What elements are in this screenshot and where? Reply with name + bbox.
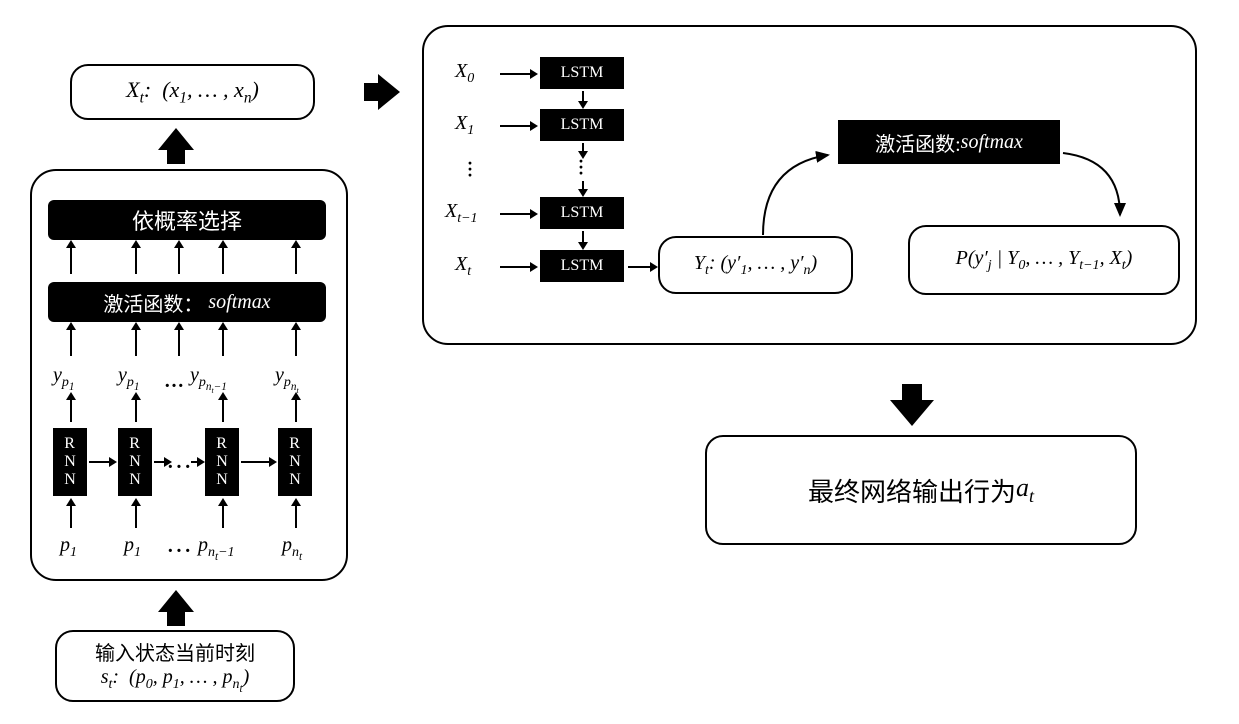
- arrow-lstm-34: [582, 231, 584, 242]
- p-label-2: p1: [124, 534, 141, 561]
- softmax-box-right: 激活函数:softmax: [838, 120, 1060, 164]
- arrow-rnn3-y: [222, 400, 224, 422]
- y-label-3: ypnt−1: [190, 364, 227, 395]
- arrow-xt1-lstm: [500, 213, 530, 215]
- arrow-yd1-sm: [178, 330, 180, 356]
- arrow-x0-lstm: [500, 73, 530, 75]
- arrow-sm-sel-3: [178, 248, 180, 274]
- y-dots: …: [164, 370, 186, 393]
- xt-box: Xt: (x1, … , xn): [70, 64, 315, 120]
- y-label-4: ypnt: [275, 364, 299, 395]
- softmax-box-left: 激活函数： softmax: [48, 282, 326, 322]
- diagram-root: 输入状态当前时刻 st: (p0, p1, … , pnt) p1 p1 ···…: [0, 0, 1239, 724]
- arrow-sm-sel-5: [295, 248, 297, 274]
- x1-label: X1: [455, 112, 474, 139]
- y-label-1: yp1: [53, 364, 74, 393]
- input-state-label: 输入状态当前时刻: [95, 637, 255, 666]
- arrow-y4-sm: [295, 330, 297, 356]
- lstm-cell-t1: LSTM: [540, 197, 624, 229]
- x0-label: X0: [455, 60, 474, 87]
- rnn-cell-1: RNN: [53, 428, 87, 496]
- arrow-x1-lstm: [500, 125, 530, 127]
- x-vdots: ···: [467, 160, 473, 178]
- y-label-2: yp1: [118, 364, 139, 393]
- rnn-cell-3: RNN: [205, 428, 239, 496]
- rnn-cell-4: RNN: [278, 428, 312, 496]
- arrow-y1-sm: [70, 330, 72, 356]
- arrow-p2-rnn: [135, 506, 137, 528]
- arrow-lstm-12: [582, 143, 584, 151]
- arrow-rnn-12: [89, 461, 109, 463]
- input-state-expr: st: (p0, p1, … , pnt): [101, 666, 250, 695]
- arrow-sm-sel-1: [70, 248, 72, 274]
- arrow-yt-to-softmax: [760, 145, 840, 240]
- arrow-rnn4-y: [295, 400, 297, 422]
- arrow-lstm-to-final: [890, 400, 934, 426]
- lstm-cell-1: LSTM: [540, 109, 624, 141]
- arrow-input-to-rnn: [158, 590, 194, 612]
- arrow-p4-rnn: [295, 506, 297, 528]
- arrow-p3-rnn: [222, 506, 224, 528]
- yt-box: Yt: (y′1, … , y′n): [658, 236, 853, 294]
- arrow-rnn1-y: [70, 400, 72, 422]
- arrow-y2-sm: [135, 330, 137, 356]
- arrow-xt-lstm: [500, 266, 530, 268]
- p-label-1: p1: [60, 534, 77, 561]
- final-output-box: 最终网络输出行为 at: [705, 435, 1137, 545]
- lstm-cell-t: LSTM: [540, 250, 624, 282]
- arrow-rnn-34: [241, 461, 269, 463]
- arrow-lstm-to-yt: [628, 266, 650, 268]
- xt-label: Xt: [455, 253, 471, 280]
- p-label-3: pnt−1: [198, 534, 235, 563]
- selection-box: 依概率选择: [48, 200, 326, 240]
- p-dots: ···: [167, 540, 193, 563]
- arrow-y3-sm: [222, 330, 224, 356]
- lstm-vdots: ···: [578, 158, 584, 176]
- p-label-4: pnt: [282, 534, 302, 563]
- arrow-rnn-d3: [191, 461, 197, 463]
- arrow-sm-sel-2: [135, 248, 137, 274]
- arrow-rnn-to-xt: [158, 128, 194, 150]
- arrow-rnn-23: [154, 461, 164, 463]
- lstm-cell-0: LSTM: [540, 57, 624, 89]
- arrow-sm-sel-4: [222, 248, 224, 274]
- arrow-softmax-to-prob: [1055, 145, 1135, 225]
- arrow-rnn2-y: [135, 400, 137, 422]
- arrow-lstm-01: [582, 91, 584, 101]
- arrow-lstm-d3: [582, 181, 584, 189]
- arrow-p1-rnn: [70, 506, 72, 528]
- arrow-xt-to-lstm: [378, 74, 400, 110]
- rnn-cell-2: RNN: [118, 428, 152, 496]
- prob-box: P(y′j | Y0, … , Yt−1, Xt): [908, 225, 1180, 295]
- xt1-label: Xt−1: [445, 200, 478, 227]
- input-state-box: 输入状态当前时刻 st: (p0, p1, … , pnt): [55, 630, 295, 702]
